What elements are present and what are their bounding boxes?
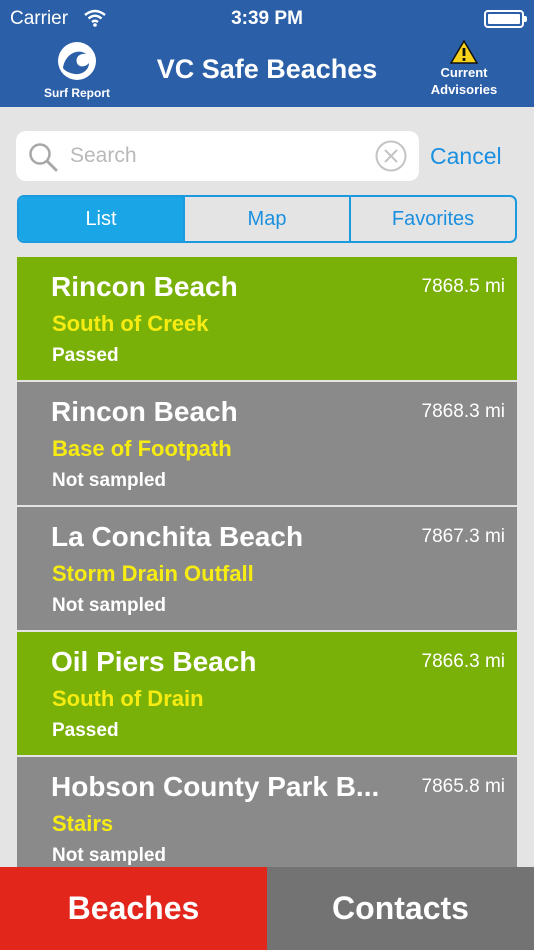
beach-distance: 7865.8 mi (421, 776, 505, 797)
beach-name: Rincon Beach (51, 396, 238, 427)
status-bar: Carrier 3:39 PM (0, 0, 534, 36)
search-icon (29, 143, 58, 172)
cancel-button[interactable]: Cancel (430, 143, 502, 170)
beach-status: Not sampled (52, 845, 167, 866)
segment-list[interactable]: List (19, 197, 183, 241)
beach-row[interactable]: Hobson County Park B... 7865.8 mi Stairs… (17, 757, 517, 867)
beach-row[interactable]: Rincon Beach 7868.3 mi Base of Footpath … (17, 382, 517, 505)
beach-status: Passed (52, 345, 119, 366)
header: Carrier 3:39 PM Surf Report VC Safe Beac… (0, 0, 534, 107)
current-advisories-button[interactable]: Current Advisories (414, 40, 514, 102)
tab-beaches[interactable]: Beaches (0, 867, 267, 950)
beach-location: Base of Footpath (52, 436, 232, 461)
beach-list: Rincon Beach 7868.5 mi South of Creek Pa… (17, 257, 517, 867)
surf-report-label: Surf Report (44, 86, 110, 100)
beach-row[interactable]: Oil Piers Beach 7866.3 mi South of Drain… (17, 632, 517, 755)
battery-icon (484, 10, 527, 28)
clock: 3:39 PM (231, 8, 303, 29)
warning-icon (450, 40, 478, 64)
segment-map[interactable]: Map (183, 197, 349, 241)
tab-bar: Beaches Contacts (0, 867, 534, 950)
search-bar (16, 131, 419, 181)
tab-contacts[interactable]: Contacts (267, 867, 534, 950)
advisories-label-line2: Advisories (430, 82, 498, 97)
beach-location: South of Drain (52, 686, 204, 711)
search-input[interactable] (70, 139, 370, 173)
segment-favorites[interactable]: Favorites (349, 197, 515, 241)
beach-row[interactable]: La Conchita Beach 7867.3 mi Storm Drain … (17, 507, 517, 630)
beach-status: Not sampled (52, 595, 167, 616)
beach-distance: 7868.3 mi (421, 401, 505, 422)
beach-location: South of Creek (52, 311, 209, 336)
beach-name: Oil Piers Beach (51, 646, 257, 677)
beach-location: Stairs (52, 811, 114, 836)
beach-name: La Conchita Beach (51, 521, 304, 552)
beach-status: Passed (52, 720, 119, 741)
beach-distance: 7866.3 mi (421, 651, 505, 672)
beach-row[interactable]: Rincon Beach 7868.5 mi South of Creek Pa… (17, 257, 517, 380)
advisories-label-line1: Current (440, 65, 488, 80)
beach-distance: 7867.3 mi (421, 526, 505, 547)
clear-search-icon[interactable] (375, 140, 407, 172)
beach-distance: 7868.5 mi (421, 276, 505, 297)
beach-name: Rincon Beach (51, 271, 238, 302)
beach-status: Not sampled (52, 470, 167, 491)
beach-name: Hobson County Park B... (51, 771, 380, 802)
view-segmented-control: List Map Favorites (17, 195, 517, 243)
beach-location: Storm Drain Outfall (52, 561, 254, 586)
nav-bar: Surf Report VC Safe Beaches Current Advi… (0, 36, 534, 107)
